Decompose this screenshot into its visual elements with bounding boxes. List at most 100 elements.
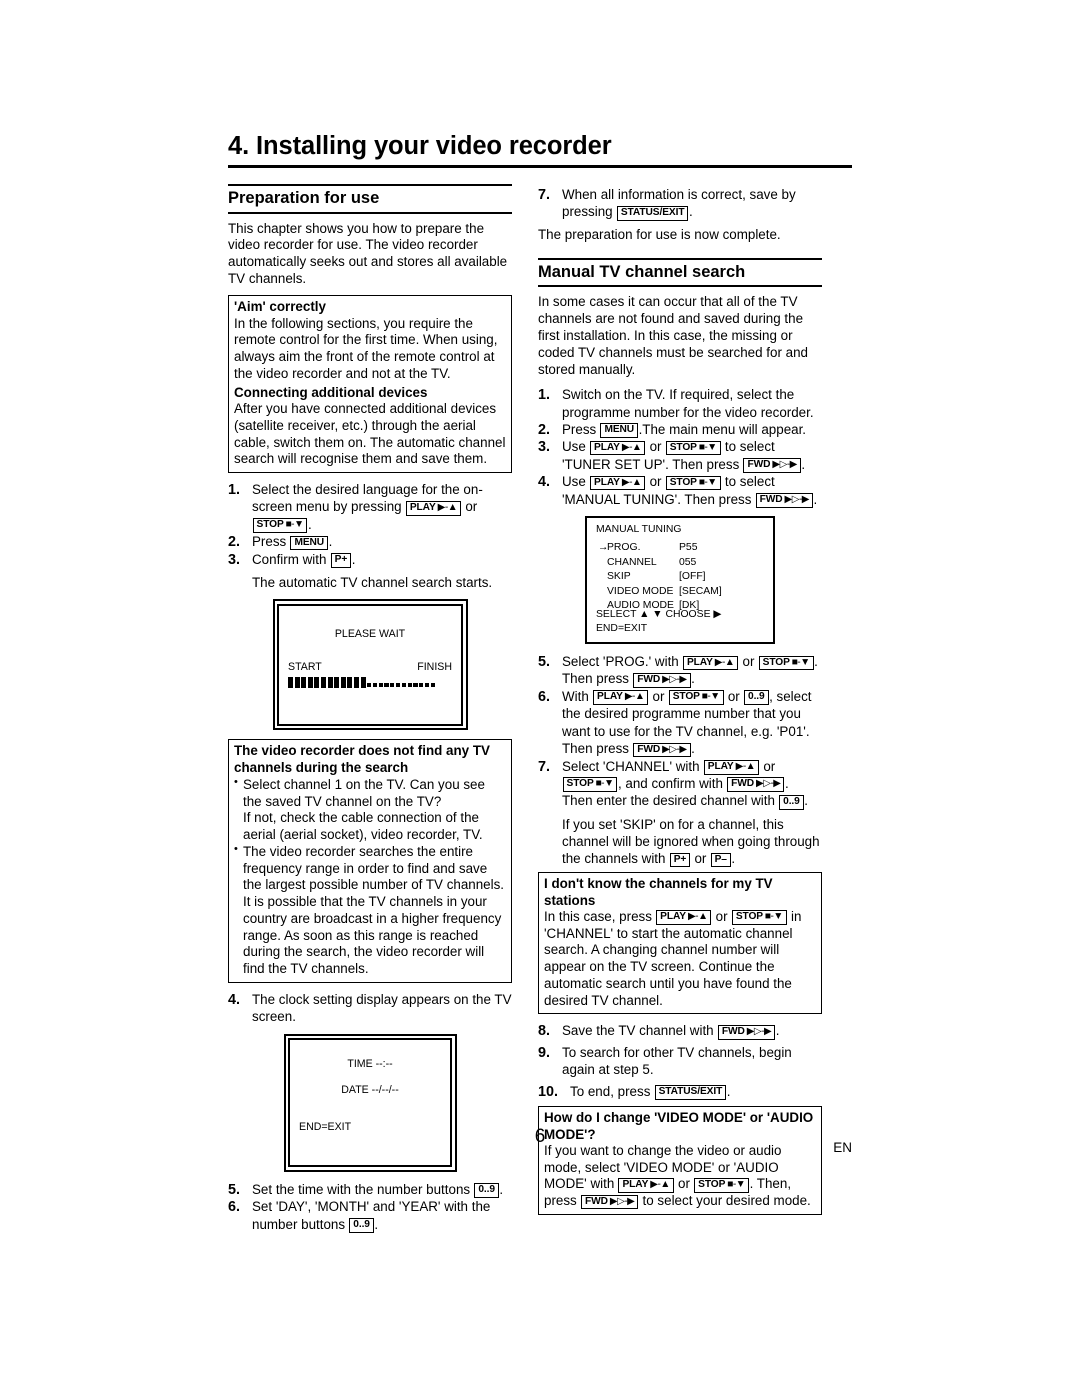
- manual-search-intro: In some cases it can occur that all of t…: [538, 294, 808, 378]
- tv-screen-clock: TIME --:-- DATE --/--/-- END=EXIT: [283, 1033, 457, 1172]
- page-content: 4. Installing your video recorder Prepar…: [228, 132, 852, 1239]
- auto-search-note: The automatic TV channel search starts.: [252, 575, 493, 591]
- key-numbers[interactable]: 0..9: [779, 794, 804, 810]
- key-play[interactable]: PLAY ▶-▲: [405, 500, 462, 516]
- step-number: 4.: [228, 991, 241, 1008]
- step-number: 9.: [538, 1044, 551, 1061]
- step-item: 10. To end, press STATUS/EXIT.: [538, 1083, 822, 1100]
- bullet-item: The video recorder searches the entire f…: [234, 843, 506, 978]
- progress-block-filled: [301, 676, 307, 688]
- key-play[interactable]: PLAY ▶-▲: [593, 690, 649, 706]
- step-item: 7. When all information is correct, save …: [538, 186, 822, 221]
- key-numbers[interactable]: 0..9: [744, 690, 769, 706]
- key-play[interactable]: PLAY ▶-▲: [590, 440, 646, 456]
- page-number: 6: [534, 1126, 546, 1147]
- key-p-minus[interactable]: P–: [710, 852, 731, 868]
- progress-block-empty: [384, 683, 389, 688]
- key-p-plus[interactable]: P+: [330, 553, 352, 568]
- step-number: 7.: [538, 187, 551, 204]
- manual-tuning-row[interactable]: VIDEO MODE [SECAM]: [607, 585, 722, 600]
- step-text-end: .: [691, 671, 695, 687]
- progress-block-filled: [307, 676, 313, 688]
- step-text-between: or: [461, 499, 478, 515]
- step-text-after: .: [351, 551, 356, 567]
- key-play[interactable]: PLAY ▶-▲: [618, 1177, 674, 1193]
- step-text-mid: or: [759, 758, 776, 774]
- step-number: 1.: [228, 482, 241, 499]
- step-text-pre: Use: [562, 474, 590, 490]
- key-fwd[interactable]: FWD ▶▷-▶: [633, 672, 691, 688]
- progress-block-filled: [294, 676, 300, 688]
- progress-block-filled: [288, 676, 293, 688]
- section-heading-manual-search-label: Manual TV channel search: [538, 262, 746, 281]
- key-stop[interactable]: STOP ■-▼: [668, 690, 724, 706]
- screen-manual-tuning-wrapper: MANUAL TUNING → PROG. P55 CHANNEL 055 SKIP [OF…: [538, 516, 822, 645]
- key-fwd[interactable]: FWD ▶▷-▶: [727, 777, 785, 793]
- step-number: 4.: [538, 474, 551, 491]
- key-fwd[interactable]: FWD ▶▷-▶: [755, 493, 813, 508]
- manual-tuning-row-value: [OFF]: [679, 571, 706, 583]
- manual-tuning-row[interactable]: → PROG. P55: [598, 541, 722, 556]
- note-aim-body: In the following sections, you require t…: [234, 315, 498, 381]
- progress-block-empty: [401, 683, 406, 688]
- key-stop[interactable]: STOP ■-▼: [758, 655, 814, 671]
- step-text-after: .: [328, 534, 333, 550]
- key-numbers[interactable]: 0..9: [349, 1218, 374, 1233]
- manual-tuning-row[interactable]: CHANNEL 055: [607, 556, 722, 571]
- key-stop[interactable]: STOP ■-▼: [562, 777, 618, 793]
- step-text-after: .: [374, 1216, 379, 1232]
- key-stop[interactable]: STOP ■-▼: [665, 475, 721, 491]
- key-stop[interactable]: STOP ■-▼: [731, 910, 787, 926]
- step-text: To search for other TV channels, begin a…: [562, 1044, 792, 1078]
- progress-block-empty: [372, 683, 378, 688]
- key-fwd[interactable]: FWD ▶▷-▶: [580, 1194, 639, 1210]
- progress-block-filled: [320, 676, 326, 688]
- progress-block-empty: [367, 683, 372, 688]
- preparation-complete-text: The preparation for use is now complete.: [538, 226, 781, 242]
- step-text-after: .: [307, 516, 312, 532]
- step-number: 6.: [228, 1199, 241, 1216]
- key-stop[interactable]: STOP ■-▼: [665, 440, 721, 456]
- manual-tuning-row-label: CHANNEL: [607, 556, 657, 568]
- key-status-exit[interactable]: STATUS/EXIT: [616, 205, 689, 221]
- key-play[interactable]: PLAY ▶-▲: [703, 760, 760, 775]
- clock-setting-steps: 5. Set the time with the number buttons 0…: [228, 1181, 512, 1233]
- key-fwd[interactable]: FWD ▶▷-▶: [717, 1024, 776, 1040]
- step-item: 3. Use PLAY ▶-▲ or STOP ■-▼ to select 'TU…: [538, 438, 822, 473]
- key-fwd[interactable]: FWD ▶▷-▶: [633, 742, 691, 758]
- key-menu[interactable]: MENU: [600, 423, 639, 439]
- note-no-channels-bullets: Select channel 1 on the TV. Can you see …: [234, 776, 506, 978]
- step-text-after: .: [688, 204, 693, 220]
- progress-block-empty: [413, 683, 418, 688]
- progress-block-empty: [419, 683, 424, 688]
- progress-start-label: START: [288, 660, 322, 673]
- step-text-pre: Select 'CHANNEL' with: [562, 758, 704, 774]
- key-status-exit[interactable]: STATUS/EXIT: [654, 1085, 727, 1100]
- manual-tuning-row-value: 055: [679, 556, 697, 568]
- key-play[interactable]: PLAY ▶-▲: [590, 475, 646, 491]
- section-heading-manual-search: Manual TV channel search: [538, 257, 822, 288]
- note-text-mid: or: [711, 908, 732, 924]
- key-play[interactable]: PLAY ▶-▲: [682, 655, 739, 671]
- manual-search-steps-5-7: 5. Select 'PROG.' with PLAY ▶-▲ or STOP ■…: [538, 653, 822, 810]
- key-fwd[interactable]: FWD ▶▷-▶: [743, 458, 801, 473]
- note-change-mode: How do I change 'VIDEO MODE' or 'AUDIO M…: [538, 1106, 822, 1215]
- step-number: 8.: [538, 1023, 551, 1040]
- key-menu[interactable]: MENU: [290, 535, 329, 551]
- step-number: 10.: [538, 1083, 559, 1100]
- key-stop[interactable]: STOP ■-▼: [252, 518, 308, 533]
- progress-block-empty: [396, 683, 401, 688]
- key-stop[interactable]: STOP ■-▼: [694, 1177, 750, 1193]
- manual-tuning-row-value: [SECAM]: [679, 585, 722, 597]
- note-no-channels-title: The video recorder does not find any TV …: [234, 743, 490, 775]
- step-text-post: , and confirm with: [617, 775, 727, 791]
- preparation-final-step: 7. When all information is correct, save …: [538, 186, 822, 221]
- progress-block-filled: [334, 676, 340, 688]
- key-numbers[interactable]: 0..9: [474, 1183, 499, 1198]
- step-item: 3. Confirm with P+.: [228, 551, 512, 568]
- manual-tuning-row[interactable]: SKIP [OFF]: [607, 570, 722, 585]
- key-p-plus[interactable]: P+: [669, 852, 691, 868]
- step-item: 2. Press MENU .The main menu will appear.: [538, 421, 822, 439]
- key-play[interactable]: PLAY ▶-▲: [656, 910, 712, 926]
- step-number: 2.: [538, 421, 551, 438]
